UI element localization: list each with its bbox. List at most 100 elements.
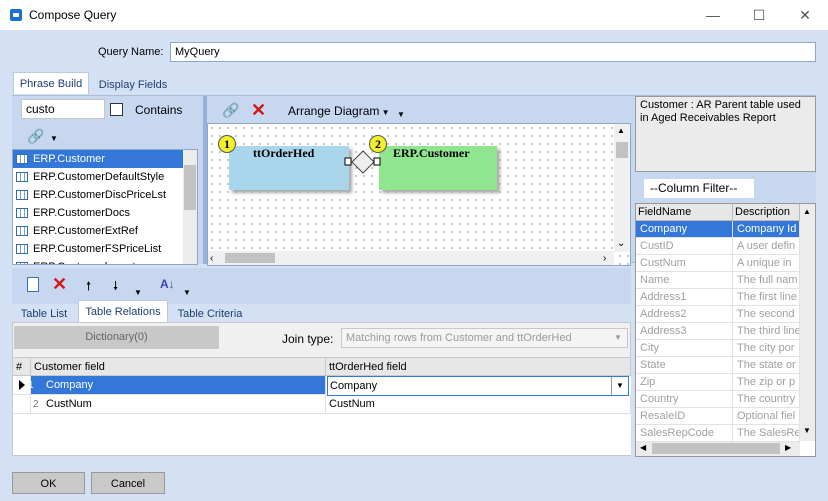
tab-display-fields[interactable]: Display Fields	[90, 74, 176, 96]
scroll-right-icon[interactable]: ▶	[785, 443, 791, 452]
delete-icon[interactable]: ✕	[52, 274, 67, 295]
field-name-cell[interactable]: Zip	[636, 374, 733, 391]
field-grid-header-description[interactable]: Description	[733, 204, 800, 221]
minimize-button[interactable]: —	[690, 0, 736, 30]
column-filter-input[interactable]: --Column Filter--	[644, 179, 754, 198]
table-search-input[interactable]	[21, 99, 105, 119]
field-description-cell[interactable]: A user defin	[733, 238, 800, 255]
diagram-hscroll-thumb[interactable]	[225, 253, 275, 263]
table-list-item-label: ERP.CustomerDiscPriceLst	[33, 189, 167, 201]
relations-header-ttorderhed-field[interactable]: ttOrderHed field	[326, 358, 631, 376]
sort-az-icon[interactable]: A↓	[160, 277, 175, 291]
relation-row-1-customer-field[interactable]: 1 Company	[28, 376, 326, 395]
link-icon[interactable]: 🔗	[27, 128, 44, 145]
field-name-cell[interactable]: Name	[636, 272, 733, 289]
field-name-cell[interactable]: Address2	[636, 306, 733, 323]
table-icon	[16, 172, 28, 182]
arrange-diagram-label: Arrange Diagram	[288, 104, 380, 118]
field-name-cell[interactable]: SalesRepCode	[636, 425, 733, 442]
field-grid-header-name[interactable]: FieldName	[636, 204, 733, 221]
table-list-item[interactable]: ERP.CustomerFSPriceList	[13, 240, 185, 258]
query-diagram-canvas[interactable]	[207, 123, 631, 266]
row-number: 2	[33, 399, 39, 410]
scroll-up-icon[interactable]: ▲	[617, 126, 625, 135]
table-list-item-label: ERP.CustomerDefaultStyle	[33, 171, 165, 183]
join-link-icon[interactable]	[343, 149, 383, 175]
relation-row-2-customer-field[interactable]: 2 CustNum	[31, 395, 326, 414]
relations-header-customer-field[interactable]: Customer field	[31, 358, 326, 376]
field-description-cell[interactable]: The first line	[733, 289, 800, 306]
field-description-cell[interactable]: Optional fiel	[733, 408, 800, 425]
field-description-cell[interactable]: The state or	[733, 357, 800, 374]
chevron-down-icon[interactable]: ▼	[614, 333, 622, 342]
link-dropdown-icon[interactable]: ▼	[50, 134, 58, 143]
arrange-dropdown-icon[interactable]: ▼	[397, 110, 405, 119]
scroll-right-icon[interactable]: ›	[603, 253, 606, 264]
table-icon	[16, 244, 28, 254]
field-description-cell[interactable]: The SalesRe	[733, 425, 800, 442]
table-list-item[interactable]: ERP.CustomerDocs	[13, 204, 185, 222]
contains-checkbox[interactable]	[110, 103, 123, 116]
maximize-button[interactable]: ☐	[736, 0, 782, 30]
scroll-down-icon[interactable]: ⌄	[617, 238, 625, 249]
table-list-item[interactable]: ERP.Customerlmport	[13, 258, 185, 264]
relation-row-2-ttorderhed-field[interactable]: CustNum	[326, 395, 631, 414]
table-list-item-label: ERP.CustomerExtRef	[33, 225, 138, 237]
table-list-item[interactable]: ERP.CustomerExtRef	[13, 222, 185, 240]
ok-button[interactable]: OK	[12, 472, 85, 494]
table-list-item[interactable]: ERP.Customer	[13, 150, 185, 168]
field-name-cell[interactable]: Address3	[636, 323, 733, 340]
move-down-icon[interactable]: 🠗	[113, 277, 118, 298]
field-grid-hscroll-thumb[interactable]	[652, 443, 780, 454]
arrange-diagram-button[interactable]: Arrange Diagram ▼	[288, 104, 390, 118]
scroll-left-icon[interactable]: ‹	[210, 253, 213, 264]
move-up-icon[interactable]: 🠕	[86, 277, 91, 298]
field-description-cell[interactable]: The full nam	[733, 272, 800, 289]
table-icon	[16, 154, 28, 164]
relation-row-1-ttorderhed-field[interactable]: Company	[327, 376, 629, 396]
field-description-cell[interactable]: The city por	[733, 340, 800, 357]
field-description-cell[interactable]: The second	[733, 306, 800, 323]
move-dropdown-icon[interactable]: ▼	[134, 288, 142, 297]
sort-dropdown-icon[interactable]: ▼	[183, 288, 191, 297]
link-icon[interactable]: 🔗	[222, 102, 239, 119]
field-name-cell[interactable]: Country	[636, 391, 733, 408]
delete-icon[interactable]: ✕	[251, 100, 266, 121]
field-description-cell[interactable]: The zip or p	[733, 374, 800, 391]
table-description: Customer : AR Parent table used in Aged …	[635, 96, 816, 172]
row-selector[interactable]	[13, 395, 31, 414]
table-list-scroll-thumb[interactable]	[184, 165, 196, 210]
field-description-cell[interactable]: A unique in	[733, 255, 800, 272]
cell-text: CustNum	[46, 398, 92, 410]
query-name-input[interactable]	[170, 42, 816, 62]
dictionary-button[interactable]: Dictionary(0)	[14, 326, 219, 349]
table-icon	[16, 226, 28, 236]
table-list-item[interactable]: ERP.CustomerDefaultStyle	[13, 168, 185, 186]
field-name-cell[interactable]: Address1	[636, 289, 733, 306]
chevron-down-icon[interactable]: ▼	[611, 377, 628, 395]
new-document-icon[interactable]	[27, 277, 39, 292]
join-type-select[interactable]: Matching rows from Customer and ttOrderH…	[341, 328, 628, 348]
diagram-table-customer[interactable]: ERP.Customer	[379, 146, 497, 190]
field-name-cell[interactable]: CustID	[636, 238, 733, 255]
field-description-cell[interactable]: The third line	[733, 323, 800, 340]
diagram-table-ttorderhed[interactable]: ttOrderHed	[229, 146, 349, 190]
field-description-cell[interactable]: Company Id	[733, 221, 800, 238]
field-name-cell[interactable]: ResaleID	[636, 408, 733, 425]
tab-table-relations[interactable]: Table Relations	[78, 300, 168, 322]
scroll-left-icon[interactable]: ◀	[640, 443, 646, 452]
scroll-down-icon[interactable]: ▼	[803, 426, 811, 435]
cancel-button[interactable]: Cancel	[91, 472, 165, 494]
field-name-cell[interactable]: State	[636, 357, 733, 374]
diagram-vscroll-thumb[interactable]	[616, 142, 628, 158]
field-description-cell[interactable]: The country	[733, 391, 800, 408]
scroll-up-icon[interactable]: ▲	[803, 207, 811, 216]
tab-phrase-build[interactable]: Phrase Build	[13, 72, 89, 94]
table-list-item[interactable]: ERP.CustomerDiscPriceLst	[13, 186, 185, 204]
field-name-cell[interactable]: Company	[636, 221, 733, 238]
field-grid-vscrollbar[interactable]	[800, 204, 815, 441]
field-name-cell[interactable]: CustNum	[636, 255, 733, 272]
field-name-cell[interactable]: City	[636, 340, 733, 357]
current-row-icon	[19, 380, 25, 390]
close-button[interactable]: ✕	[782, 0, 828, 30]
